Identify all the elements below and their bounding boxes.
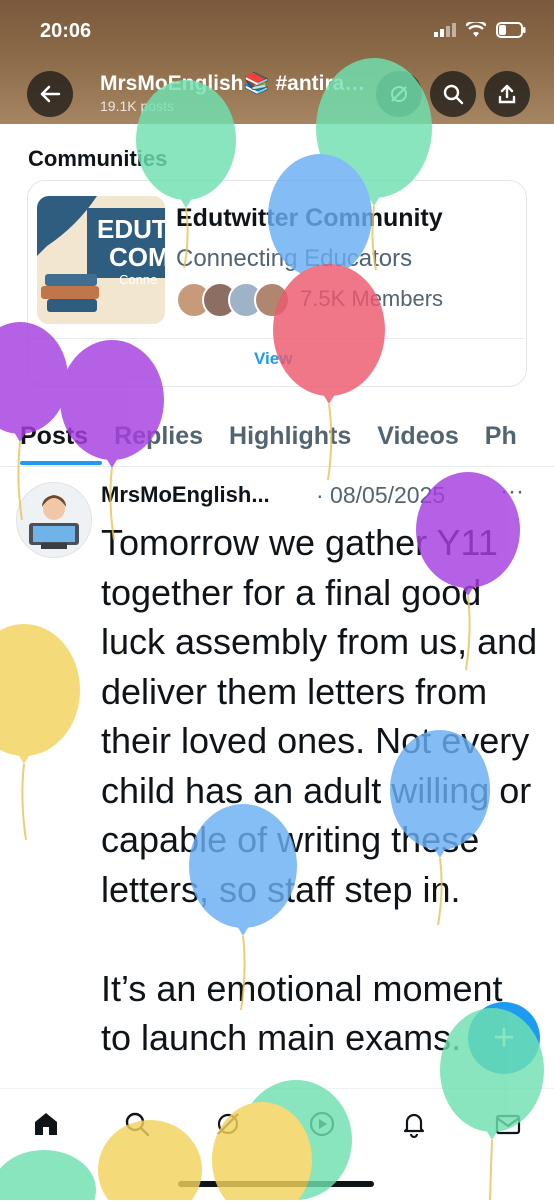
member-avatars [176, 282, 290, 318]
avatar [254, 282, 290, 318]
back-button[interactable] [27, 71, 73, 117]
thumb-text-1: EDUT [97, 214, 165, 244]
play-icon [309, 1111, 335, 1137]
community-description: Connecting Educators [176, 245, 413, 272]
mail-icon [495, 1114, 521, 1135]
share-button[interactable] [484, 71, 530, 117]
search-button[interactable] [430, 71, 476, 117]
home-icon [35, 1113, 57, 1135]
community-thumbnail: EDUT COM Conne [37, 196, 165, 324]
thumb-text-3: Conne [119, 272, 158, 287]
community-members: 7.5K Members [300, 286, 444, 311]
share-icon [498, 84, 516, 104]
more-options-button[interactable]: ··· [500, 478, 524, 506]
post-count: 19.1K posts [100, 98, 174, 114]
tweet-author[interactable]: MrsMoEnglish... [101, 482, 270, 508]
tab-videos[interactable]: Videos [377, 422, 459, 451]
thumb-text-2: COM [109, 242, 165, 272]
tab-posts[interactable]: Posts [20, 422, 88, 451]
bell-icon [403, 1113, 425, 1139]
view-communities-link[interactable]: View [254, 349, 292, 369]
active-tab-indicator [20, 461, 102, 465]
nav-home[interactable] [26, 1104, 66, 1144]
tab-photos[interactable]: Ph [485, 422, 517, 451]
home-indicator [178, 1181, 374, 1187]
communities-heading: Communities [28, 146, 168, 171]
nav-video[interactable] [302, 1104, 342, 1144]
tweet-avatar[interactable] [16, 482, 92, 558]
battery-icon [496, 22, 526, 38]
tab-replies[interactable]: Replies [114, 422, 203, 451]
status-time: 20:06 [40, 20, 92, 42]
compose-button[interactable]: + [468, 1002, 540, 1074]
arrow-left-icon [40, 85, 61, 103]
tweet-text: Tomorrow we gather Y11 together for a fi… [101, 522, 538, 1058]
profile-tabs: Posts Replies Highlights Videos Ph [20, 422, 517, 451]
nav-notifications[interactable] [394, 1104, 434, 1144]
divider [0, 466, 554, 467]
profile-name: MrsMoEnglish📚 #antira… [100, 72, 366, 95]
community-name: Edutwitter Community [176, 204, 443, 232]
grok-button[interactable] [376, 71, 422, 117]
balloon-yellow [0, 624, 80, 841]
search-icon [443, 84, 464, 105]
wifi-icon [466, 22, 486, 37]
divider [28, 338, 524, 339]
status-icons [434, 22, 526, 38]
signal-icon [434, 23, 456, 37]
nav-messages[interactable] [488, 1104, 528, 1144]
nav-search[interactable] [117, 1104, 157, 1144]
tab-highlights[interactable]: Highlights [229, 422, 351, 451]
tweet-date: · 08/05/2025 [316, 482, 446, 508]
nav-grok[interactable] [208, 1104, 248, 1144]
grok-icon [391, 86, 407, 102]
grok-icon [217, 1113, 239, 1135]
search-icon [125, 1112, 150, 1137]
